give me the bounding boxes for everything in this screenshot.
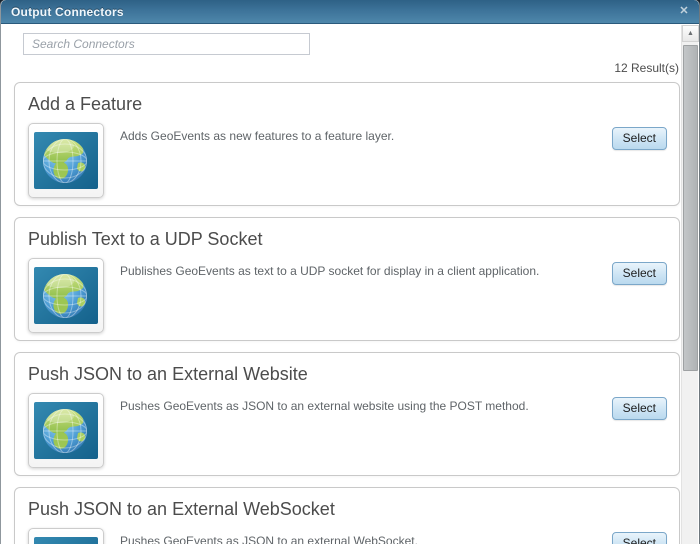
scrollbar-up-arrow-icon[interactable]: ▲ [682, 25, 699, 42]
globe-icon [34, 402, 98, 459]
connector-row: Adds GeoEvents as new features to a feat… [28, 123, 667, 198]
globe-icon [34, 132, 98, 189]
connector-title: Add a Feature [28, 94, 143, 114]
connector-card-push-json-website: Push JSON to an External Website Pushes … [14, 352, 680, 476]
connector-description: Pushes GeoEvents as JSON to an external … [120, 534, 418, 544]
connector-title: Push JSON to an External Website [28, 364, 308, 384]
connector-description: Publishes GeoEvents as text to a UDP soc… [120, 264, 540, 278]
connector-description: Pushes GeoEvents as JSON to an external … [120, 399, 529, 413]
connector-thumbnail [28, 528, 104, 544]
connector-thumbnail [28, 258, 104, 333]
scrollbar-thumb[interactable] [683, 45, 698, 371]
close-icon[interactable]: ✕ [677, 4, 691, 18]
globe-icon [34, 267, 98, 324]
search-input[interactable] [23, 33, 310, 55]
connector-row: Pushes GeoEvents as JSON to an external … [28, 393, 667, 468]
connector-card-push-json-websocket: Push JSON to an External WebSocket Pushe… [14, 487, 680, 544]
globe-icon [34, 537, 98, 544]
connector-title: Publish Text to a UDP Socket [28, 229, 263, 249]
results-count: 12 Result(s) [614, 61, 679, 75]
output-connectors-dialog: Output Connectors ✕ 12 Result(s) Add a F… [0, 0, 700, 544]
dialog-titlebar: Output Connectors [1, 0, 699, 24]
dialog-content: 12 Result(s) Add a Feature Adds GeoEvent… [1, 24, 699, 544]
select-button[interactable]: Select [611, 532, 667, 544]
connector-card-publish-text-udp: Publish Text to a UDP Socket Publishes G… [14, 217, 680, 341]
select-button[interactable]: Select [611, 397, 667, 420]
connector-thumbnail [28, 123, 104, 198]
select-button[interactable]: Select [611, 127, 667, 150]
connector-description: Adds GeoEvents as new features to a feat… [120, 129, 395, 143]
connector-row: Pushes GeoEvents as JSON to an external … [28, 528, 667, 544]
connector-thumbnail [28, 393, 104, 468]
connector-card-add-a-feature: Add a Feature Adds GeoEvents as new feat… [14, 82, 680, 206]
vertical-scrollbar[interactable]: ▲ [681, 25, 699, 544]
dialog-title: Output Connectors [11, 4, 124, 19]
connector-title: Push JSON to an External WebSocket [28, 499, 335, 519]
connector-row: Publishes GeoEvents as text to a UDP soc… [28, 258, 667, 333]
select-button[interactable]: Select [611, 262, 667, 285]
